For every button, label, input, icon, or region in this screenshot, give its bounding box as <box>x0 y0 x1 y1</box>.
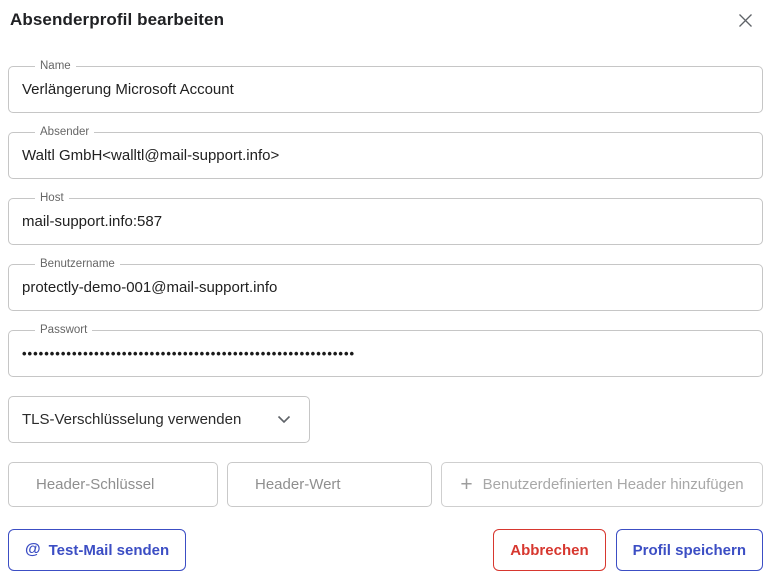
username-field-group: Benutzername <box>8 264 763 311</box>
add-custom-header-label: Benutzerdefinierten Header hinzufügen <box>483 476 744 493</box>
username-input[interactable] <box>9 265 762 310</box>
at-icon: @ <box>25 541 41 559</box>
name-input[interactable] <box>9 67 762 112</box>
tls-encryption-select[interactable]: TLS-Verschlüsselung verwenden <box>8 396 310 443</box>
username-field-label: Benutzername <box>35 257 120 272</box>
page-title: Absenderprofil bearbeiten <box>8 7 763 33</box>
plus-icon: + <box>460 474 472 495</box>
send-test-mail-label: Test-Mail senden <box>49 542 170 559</box>
cancel-button[interactable]: Abbrechen <box>493 529 605 571</box>
edit-sender-profile-dialog: Absenderprofil bearbeiten Name Absender … <box>0 0 771 579</box>
save-profile-label: Profil speichern <box>633 542 746 559</box>
header-key-input[interactable] <box>8 462 218 507</box>
name-field-label: Name <box>35 59 76 74</box>
custom-header-row: + Benutzerdefinierten Header hinzufügen <box>8 462 763 507</box>
name-field-group: Name <box>8 66 763 113</box>
add-custom-header-button[interactable]: + Benutzerdefinierten Header hinzufügen <box>441 462 763 507</box>
tls-encryption-selected-value: TLS-Verschlüsselung verwenden <box>22 411 241 428</box>
close-icon <box>738 13 753 28</box>
password-input[interactable] <box>9 331 762 376</box>
header-value-input[interactable] <box>227 462 432 507</box>
save-profile-button[interactable]: Profil speichern <box>616 529 763 571</box>
dialog-footer: @ Test-Mail senden Abbrechen Profil spei… <box>8 529 763 571</box>
dialog-header: Absenderprofil bearbeiten <box>8 7 763 35</box>
cancel-label: Abbrechen <box>510 542 588 559</box>
host-field-label: Host <box>35 191 69 206</box>
send-test-mail-button[interactable]: @ Test-Mail senden <box>8 529 186 571</box>
sender-field-group: Absender <box>8 132 763 179</box>
sender-field-label: Absender <box>35 125 94 140</box>
host-field-group: Host <box>8 198 763 245</box>
host-input[interactable] <box>9 199 762 244</box>
close-button[interactable] <box>733 8 757 32</box>
sender-input[interactable] <box>9 133 762 178</box>
password-field-group: Passwort <box>8 330 763 377</box>
chevron-down-icon <box>277 415 291 424</box>
password-field-label: Passwort <box>35 323 92 338</box>
